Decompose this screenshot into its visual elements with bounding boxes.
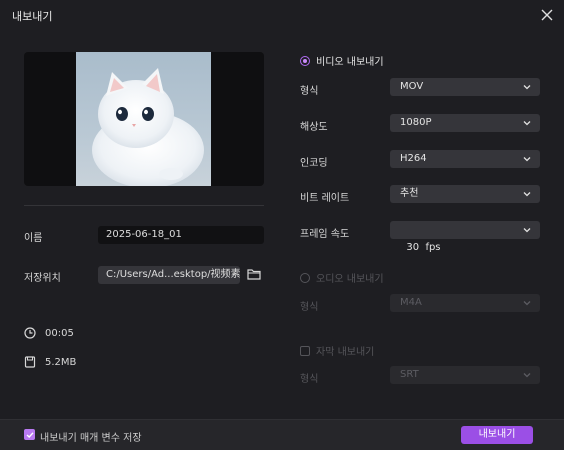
resolution-label: 해상도 — [300, 122, 328, 133]
export-button[interactable]: 내보내기 — [461, 426, 533, 444]
chevron-down-icon — [523, 157, 531, 162]
window-title: 내보내기 — [12, 10, 53, 23]
title-bar: 내보내기 — [0, 0, 564, 30]
subtitle-export-checkbox[interactable] — [300, 345, 310, 356]
framerate-value: 30 fps — [406, 242, 441, 253]
resolution-select[interactable]: 1080P — [390, 114, 540, 132]
encoding-label: 인코딩 — [300, 158, 328, 169]
close-icon — [541, 9, 553, 21]
left-divider — [24, 205, 264, 206]
encoding-value: H264 — [400, 153, 427, 164]
subtitle-format-value: SRT — [400, 369, 419, 380]
duration-text: 00:05 — [45, 328, 74, 339]
name-label: 이름 — [24, 233, 43, 244]
format-select[interactable]: MOV — [390, 78, 540, 96]
preview-thumbnail — [76, 52, 211, 186]
subtitle-export-toggle[interactable]: 자막 내보내기 — [300, 343, 374, 358]
chevron-down-icon — [523, 192, 531, 197]
path-label: 저장위치 — [24, 273, 61, 284]
video-export-toggle[interactable]: 비디오 내보내기 — [300, 53, 384, 68]
file-size-icon — [24, 356, 36, 368]
chevron-down-icon — [523, 85, 531, 90]
clock-icon — [24, 327, 36, 339]
file-size-text: 5.2MB — [45, 357, 77, 368]
audio-format-select[interactable]: M4A — [390, 294, 540, 312]
audio-export-label: 오디오 내보내기 — [316, 274, 384, 285]
audio-export-toggle[interactable]: 오디오 내보내기 — [300, 270, 384, 285]
folder-icon[interactable] — [247, 268, 261, 280]
bitrate-select[interactable]: 추천 — [390, 185, 540, 203]
bitrate-value: 추천 — [400, 188, 419, 199]
chevron-down-icon — [523, 228, 531, 233]
subtitle-format-select[interactable]: SRT — [390, 366, 540, 384]
chevron-down-icon — [523, 301, 531, 306]
format-value: MOV — [400, 81, 424, 92]
video-export-radio[interactable] — [300, 55, 310, 66]
audio-format-label: 형식 — [300, 302, 319, 313]
subtitle-format-label: 형식 — [300, 374, 319, 385]
resolution-value: 1080P — [400, 117, 432, 128]
audio-format-value: M4A — [400, 297, 422, 308]
name-input[interactable]: 2025-06-18_01 — [98, 226, 264, 244]
chevron-down-icon — [523, 373, 531, 378]
cat-thumbnail-image — [92, 68, 204, 186]
format-label: 형식 — [300, 86, 319, 97]
footer-bar: 내보내기 매개 변수 저장 내보내기 — [0, 419, 564, 450]
save-params-label: 내보내기 매개 변수 저장 — [40, 433, 142, 444]
chevron-down-icon — [523, 121, 531, 126]
close-button[interactable] — [536, 4, 558, 26]
save-params-checkbox[interactable] — [24, 429, 35, 440]
encoding-select[interactable]: H264 — [390, 150, 540, 168]
framerate-label: 프레임 속도 — [300, 229, 350, 240]
audio-export-radio[interactable] — [300, 272, 310, 283]
video-preview — [24, 52, 264, 186]
bitrate-label: 비트 레이트 — [300, 193, 350, 204]
framerate-select[interactable]: 30 fps — [390, 221, 540, 253]
video-export-label: 비디오 내보내기 — [316, 57, 384, 68]
subtitle-export-label: 자막 내보내기 — [316, 347, 375, 358]
save-path-field[interactable]: C:/Users/Ad...esktop/视频素材 — [98, 266, 240, 284]
checkmark-icon — [26, 431, 34, 438]
